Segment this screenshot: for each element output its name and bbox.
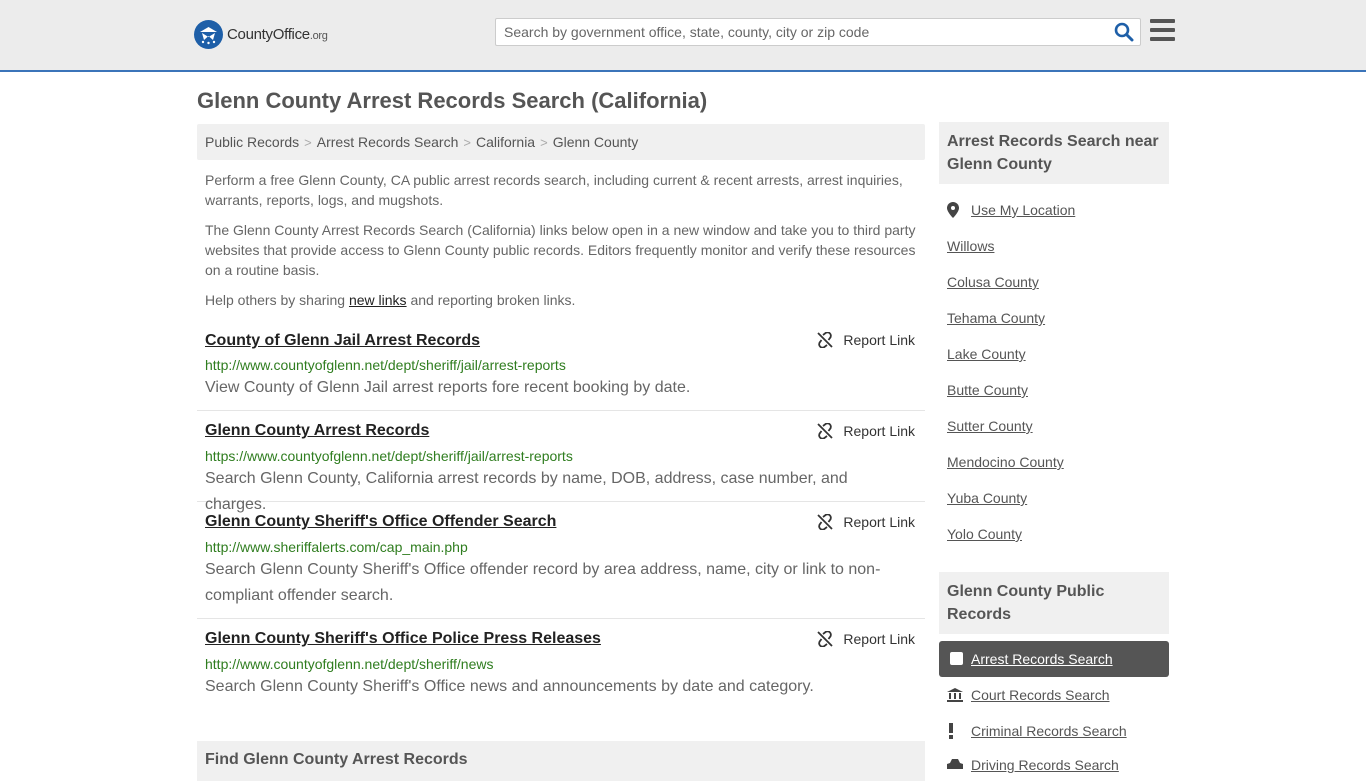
record-description: Search Glenn County Sheriff's Office new… [205,678,814,695]
nearby-link-mendocino-county[interactable]: Mendocino County [947,454,1064,470]
nearby-link-sutter-county[interactable]: Sutter County [947,418,1033,434]
report-link-button[interactable]: Report Link [817,631,915,647]
page-title: Glenn County Arrest Records Search (Cali… [197,88,708,113]
search-box [495,18,1141,46]
record-item: Glenn County Arrest Records Report Link … [197,411,925,513]
breadcrumb-arrest-records-search[interactable]: Arrest Records Search [317,134,459,150]
breadcrumb-separator: > [540,135,548,150]
logo-text: CountyOffice.org [227,26,328,43]
intro-paragraph-2: The Glenn County Arrest Records Search (… [205,222,916,278]
search-input[interactable] [496,19,1096,45]
site-header: CountyOffice.org [0,0,1366,72]
search-icon[interactable] [1114,22,1134,47]
record-url[interactable]: http://www.sheriffalerts.com/cap_main.ph… [205,539,468,555]
new-links-link[interactable]: new links [349,292,407,308]
record-description: Search Glenn County Sheriff's Office off… [205,561,881,604]
nearby-link-tehama-county[interactable]: Tehama County [947,310,1045,326]
record-url[interactable]: http://www.countyofglenn.net/dept/sherif… [205,357,566,373]
record-title-link[interactable]: County of Glenn Jail Arrest Records [205,332,480,350]
sidebar-item-arrest-records-search[interactable]: Arrest Records Search [939,641,1169,677]
record-url[interactable]: http://www.countyofglenn.net/dept/sherif… [205,656,493,672]
sidebar-item-driving-records-search[interactable]: Driving Records Search [947,757,1119,773]
report-link-button[interactable]: Report Link [817,514,915,530]
nearby-link-lake-county[interactable]: Lake County [947,346,1026,362]
exclamation-icon [947,723,971,739]
record-title-link[interactable]: Glenn County Sheriff's Office Police Pre… [205,630,601,648]
broken-link-icon [817,332,834,348]
nearby-link-yolo-county[interactable]: Yolo County [947,526,1022,542]
record-title-link[interactable]: Glenn County Arrest Records [205,422,429,440]
record-item: Glenn County Sheriff's Office Police Pre… [197,619,925,709]
record-url[interactable]: https://www.countyofglenn.net/dept/sheri… [205,448,573,464]
broken-link-icon [817,631,834,647]
report-link-button[interactable]: Report Link [817,332,915,348]
nearby-link-colusa-county[interactable]: Colusa County [947,274,1039,290]
hamburger-menu-icon[interactable] [1150,19,1175,43]
breadcrumb-glenn-county[interactable]: Glenn County [553,134,639,150]
courthouse-icon [947,688,971,702]
car-icon [947,759,971,771]
record-item: County of Glenn Jail Arrest Records Repo… [197,322,925,411]
find-records-heading: Find Glenn County Arrest Records [197,741,925,781]
logo-seal-icon [194,20,223,49]
sidebar-public-records-heading: Glenn County Public Records [939,572,1169,634]
map-pin-icon [947,202,971,218]
broken-link-icon [817,423,834,439]
breadcrumb-public-records[interactable]: Public Records [205,134,299,150]
nearby-link-butte-county[interactable]: Butte County [947,382,1028,398]
report-link-button[interactable]: Report Link [817,423,915,439]
intro-paragraph-1: Perform a free Glenn County, CA public a… [205,172,903,208]
intro-paragraph-3: Help others by sharing new links and rep… [205,292,576,308]
record-item: Glenn County Sheriff's Office Offender S… [197,502,925,619]
site-logo[interactable]: CountyOffice.org [194,20,328,49]
square-icon [950,652,963,665]
sidebar-nearby-heading: Arrest Records Search near Glenn County [939,122,1169,184]
use-my-location-link[interactable]: Use My Location [947,202,1075,218]
breadcrumb-california[interactable]: California [476,134,535,150]
breadcrumb-separator: > [463,135,471,150]
breadcrumb: Public Records > Arrest Records Search > Cal… [197,124,925,160]
nearby-link-willows[interactable]: Willows [947,238,994,254]
record-description: View County of Glenn Jail arrest reports… [205,379,691,396]
nearby-link-yuba-county[interactable]: Yuba County [947,490,1027,506]
broken-link-icon [817,514,834,530]
breadcrumb-separator: > [304,135,312,150]
record-title-link[interactable]: Glenn County Sheriff's Office Offender S… [205,513,556,531]
sidebar-item-criminal-records-search[interactable]: Criminal Records Search [947,723,1127,739]
sidebar-item-court-records-search[interactable]: Court Records Search [947,687,1110,703]
